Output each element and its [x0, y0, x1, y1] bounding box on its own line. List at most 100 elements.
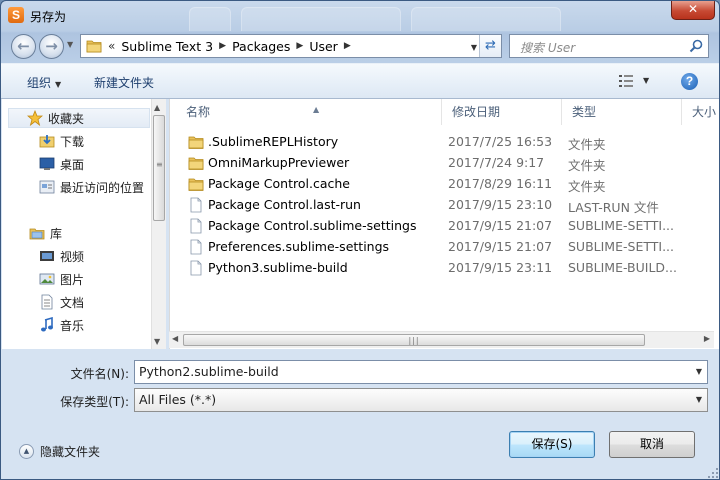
filename-input[interactable]: Python2.sublime-build ▼ — [134, 360, 708, 384]
breadcrumb-separator-icon[interactable]: ▶ — [344, 41, 351, 51]
sidebar-item-music[interactable]: 音乐 — [39, 315, 84, 335]
sidebar-item-videos[interactable]: 视频 — [39, 246, 84, 266]
file-date: 2017/9/15 23:10 — [448, 197, 553, 212]
sidebar-item-favorites[interactable]: 收藏夹 — [8, 108, 150, 128]
scroll-down-arrow-icon[interactable]: ▼ — [154, 337, 160, 346]
sidebar-item-label: 视频 — [60, 249, 85, 264]
cancel-button[interactable]: 取消 — [609, 431, 695, 458]
column-header-type[interactable]: 类型 — [562, 99, 682, 125]
sidebar-item-documents[interactable]: 文档 — [39, 292, 84, 312]
close-button[interactable]: ✕ — [671, 1, 715, 20]
organize-label: 组织 — [27, 76, 52, 90]
address-bar[interactable]: « Sublime Text 3 ▶ Packages ▶ User ▶ ▼ ⇄ — [80, 34, 502, 58]
pictures-icon — [39, 271, 55, 287]
sidebar-item-downloads[interactable]: 下载 — [39, 131, 84, 151]
resize-grip-icon[interactable] — [707, 467, 719, 479]
address-history-dropdown[interactable]: ▼ — [471, 43, 477, 52]
breadcrumb-user[interactable]: User — [309, 39, 338, 54]
column-header-date[interactable]: 修改日期 — [442, 99, 562, 125]
file-icon — [188, 239, 204, 255]
file-date: 2017/9/15 23:11 — [448, 260, 553, 275]
file-type: LAST-RUN 文件 — [568, 200, 659, 215]
sidebar-item-label: 桌面 — [60, 157, 85, 172]
navigation-pane: 收藏夹 下载 桌面 最近访问的位置 库 视频 图片 文档 音乐 — [2, 99, 152, 349]
sidebar-item-label: 图片 — [60, 272, 85, 287]
chevron-down-icon[interactable]: ▼ — [696, 361, 702, 383]
file-icon — [188, 218, 204, 234]
organize-menu[interactable]: 组织 ▼ — [27, 74, 61, 91]
folder-icon — [188, 176, 204, 192]
refresh-button[interactable]: ⇄ — [479, 35, 501, 57]
music-note-icon — [39, 316, 55, 333]
desktop-icon — [39, 156, 55, 172]
folder-icon — [188, 134, 204, 150]
recent-locations-dropdown[interactable]: ▼ — [67, 40, 73, 49]
folder-icon — [188, 155, 204, 171]
back-arrow-icon: ← — [17, 37, 30, 55]
file-list-horizontal-scrollbar[interactable]: ◀ ||| ▶ — [169, 331, 714, 348]
file-type: SUBLIME-SETTI... — [568, 218, 674, 233]
chevron-down-icon[interactable]: ▼ — [696, 389, 702, 411]
hide-folders-label: 隐藏文件夹 — [40, 445, 101, 459]
scroll-thumb[interactable]: ≡ — [153, 115, 165, 221]
navigation-pane-scrollbar[interactable]: ▲ ≡ ▼ — [151, 99, 166, 349]
save-form: 文件名(N): Python2.sublime-build ▼ 保存类型(T):… — [1, 349, 719, 479]
breadcrumb-packages[interactable]: Packages — [232, 39, 290, 54]
file-row[interactable]: Package Control.last-run 2017/9/15 23:10 L… — [184, 195, 714, 216]
scroll-thumb[interactable]: ||| — [183, 334, 645, 346]
search-icon[interactable] — [689, 39, 703, 53]
filetype-select[interactable]: All Files (*.*) ▼ — [134, 388, 708, 412]
sidebar-item-recent-places[interactable]: 最近访问的位置 — [39, 177, 144, 197]
file-icon — [188, 260, 204, 276]
filename-label: 文件名(N): — [70, 367, 129, 381]
sidebar-item-label: 音乐 — [60, 318, 85, 333]
save-button[interactable]: 保存(S) — [509, 431, 595, 458]
grip-icon: ≡ — [156, 160, 163, 169]
filetype-label: 保存类型(T): — [60, 395, 129, 409]
background-tab — [411, 7, 561, 31]
column-header-size[interactable]: 大小 — [682, 99, 719, 125]
file-type: 文件夹 — [568, 137, 606, 152]
file-row[interactable]: OmniMarkupPreviewer 2017/7/24 9:17 文件夹 — [184, 153, 714, 174]
back-button[interactable]: ← — [11, 34, 36, 59]
save-as-dialog: S 另存为 ✕ ← → ▼ « Sublime Text 3 ▶ Package… — [0, 0, 720, 480]
forward-button[interactable]: → — [39, 34, 64, 59]
breadcrumb-overflow[interactable]: « — [108, 39, 115, 53]
file-row[interactable]: Package Control.sublime-settings 2017/9/1… — [184, 216, 714, 237]
file-row[interactable]: Python3.sublime-build 2017/9/15 23:11 SUBL… — [184, 258, 714, 279]
recent-places-icon — [39, 179, 55, 195]
hide-folders-toggle[interactable]: ▲ 隐藏文件夹 — [19, 443, 100, 460]
sidebar-item-pictures[interactable]: 图片 — [39, 269, 84, 289]
sidebar-item-desktop[interactable]: 桌面 — [39, 154, 84, 174]
library-icon — [29, 225, 45, 241]
file-list-pane: 名称 ▲ 修改日期 类型 大小 .SublimeREPLHistory 2017/… — [169, 99, 719, 349]
breadcrumb-separator-icon[interactable]: ▶ — [296, 41, 303, 51]
filename-value: Python2.sublime-build — [139, 364, 279, 379]
chevron-up-icon: ▲ — [19, 444, 34, 459]
file-row[interactable]: Package Control.cache 2017/8/29 16:11 文件夹 — [184, 174, 714, 195]
title-bar[interactable]: S 另存为 ✕ — [1, 1, 719, 31]
file-date: 2017/9/15 21:07 — [448, 218, 553, 233]
scroll-left-arrow-icon[interactable]: ◀ — [172, 334, 178, 343]
search-box[interactable]: 搜索 User — [509, 34, 709, 58]
filetype-value: All Files (*.*) — [139, 392, 217, 407]
scroll-right-arrow-icon[interactable]: ▶ — [704, 334, 710, 343]
sort-ascending-icon: ▲ — [313, 105, 320, 114]
command-toolbar: 组织 ▼ 新建文件夹 ▼ ? — [1, 63, 719, 99]
file-type: SUBLIME-BUILD... — [568, 260, 677, 275]
file-type: SUBLIME-SETTI... — [568, 239, 674, 254]
change-view-icon[interactable] — [619, 75, 633, 87]
breadcrumb-sublime-text-3[interactable]: Sublime Text 3 — [121, 39, 213, 54]
file-row[interactable]: .SublimeREPLHistory 2017/7/25 16:53 文件夹 — [184, 132, 714, 153]
file-type: 文件夹 — [568, 179, 606, 194]
new-folder-button[interactable]: 新建文件夹 — [94, 74, 154, 91]
file-row[interactable]: Preferences.sublime-settings 2017/9/15 21… — [184, 237, 714, 258]
scroll-up-arrow-icon[interactable]: ▲ — [154, 103, 160, 112]
column-header-name[interactable]: 名称 ▲ — [176, 99, 442, 125]
help-icon[interactable]: ? — [681, 73, 698, 90]
file-date: 2017/7/24 9:17 — [448, 155, 545, 170]
view-options-dropdown[interactable]: ▼ — [643, 76, 649, 85]
sidebar-item-libraries[interactable]: 库 — [29, 223, 62, 243]
search-input[interactable]: 搜索 User — [520, 39, 575, 56]
breadcrumb-separator-icon[interactable]: ▶ — [219, 41, 226, 51]
